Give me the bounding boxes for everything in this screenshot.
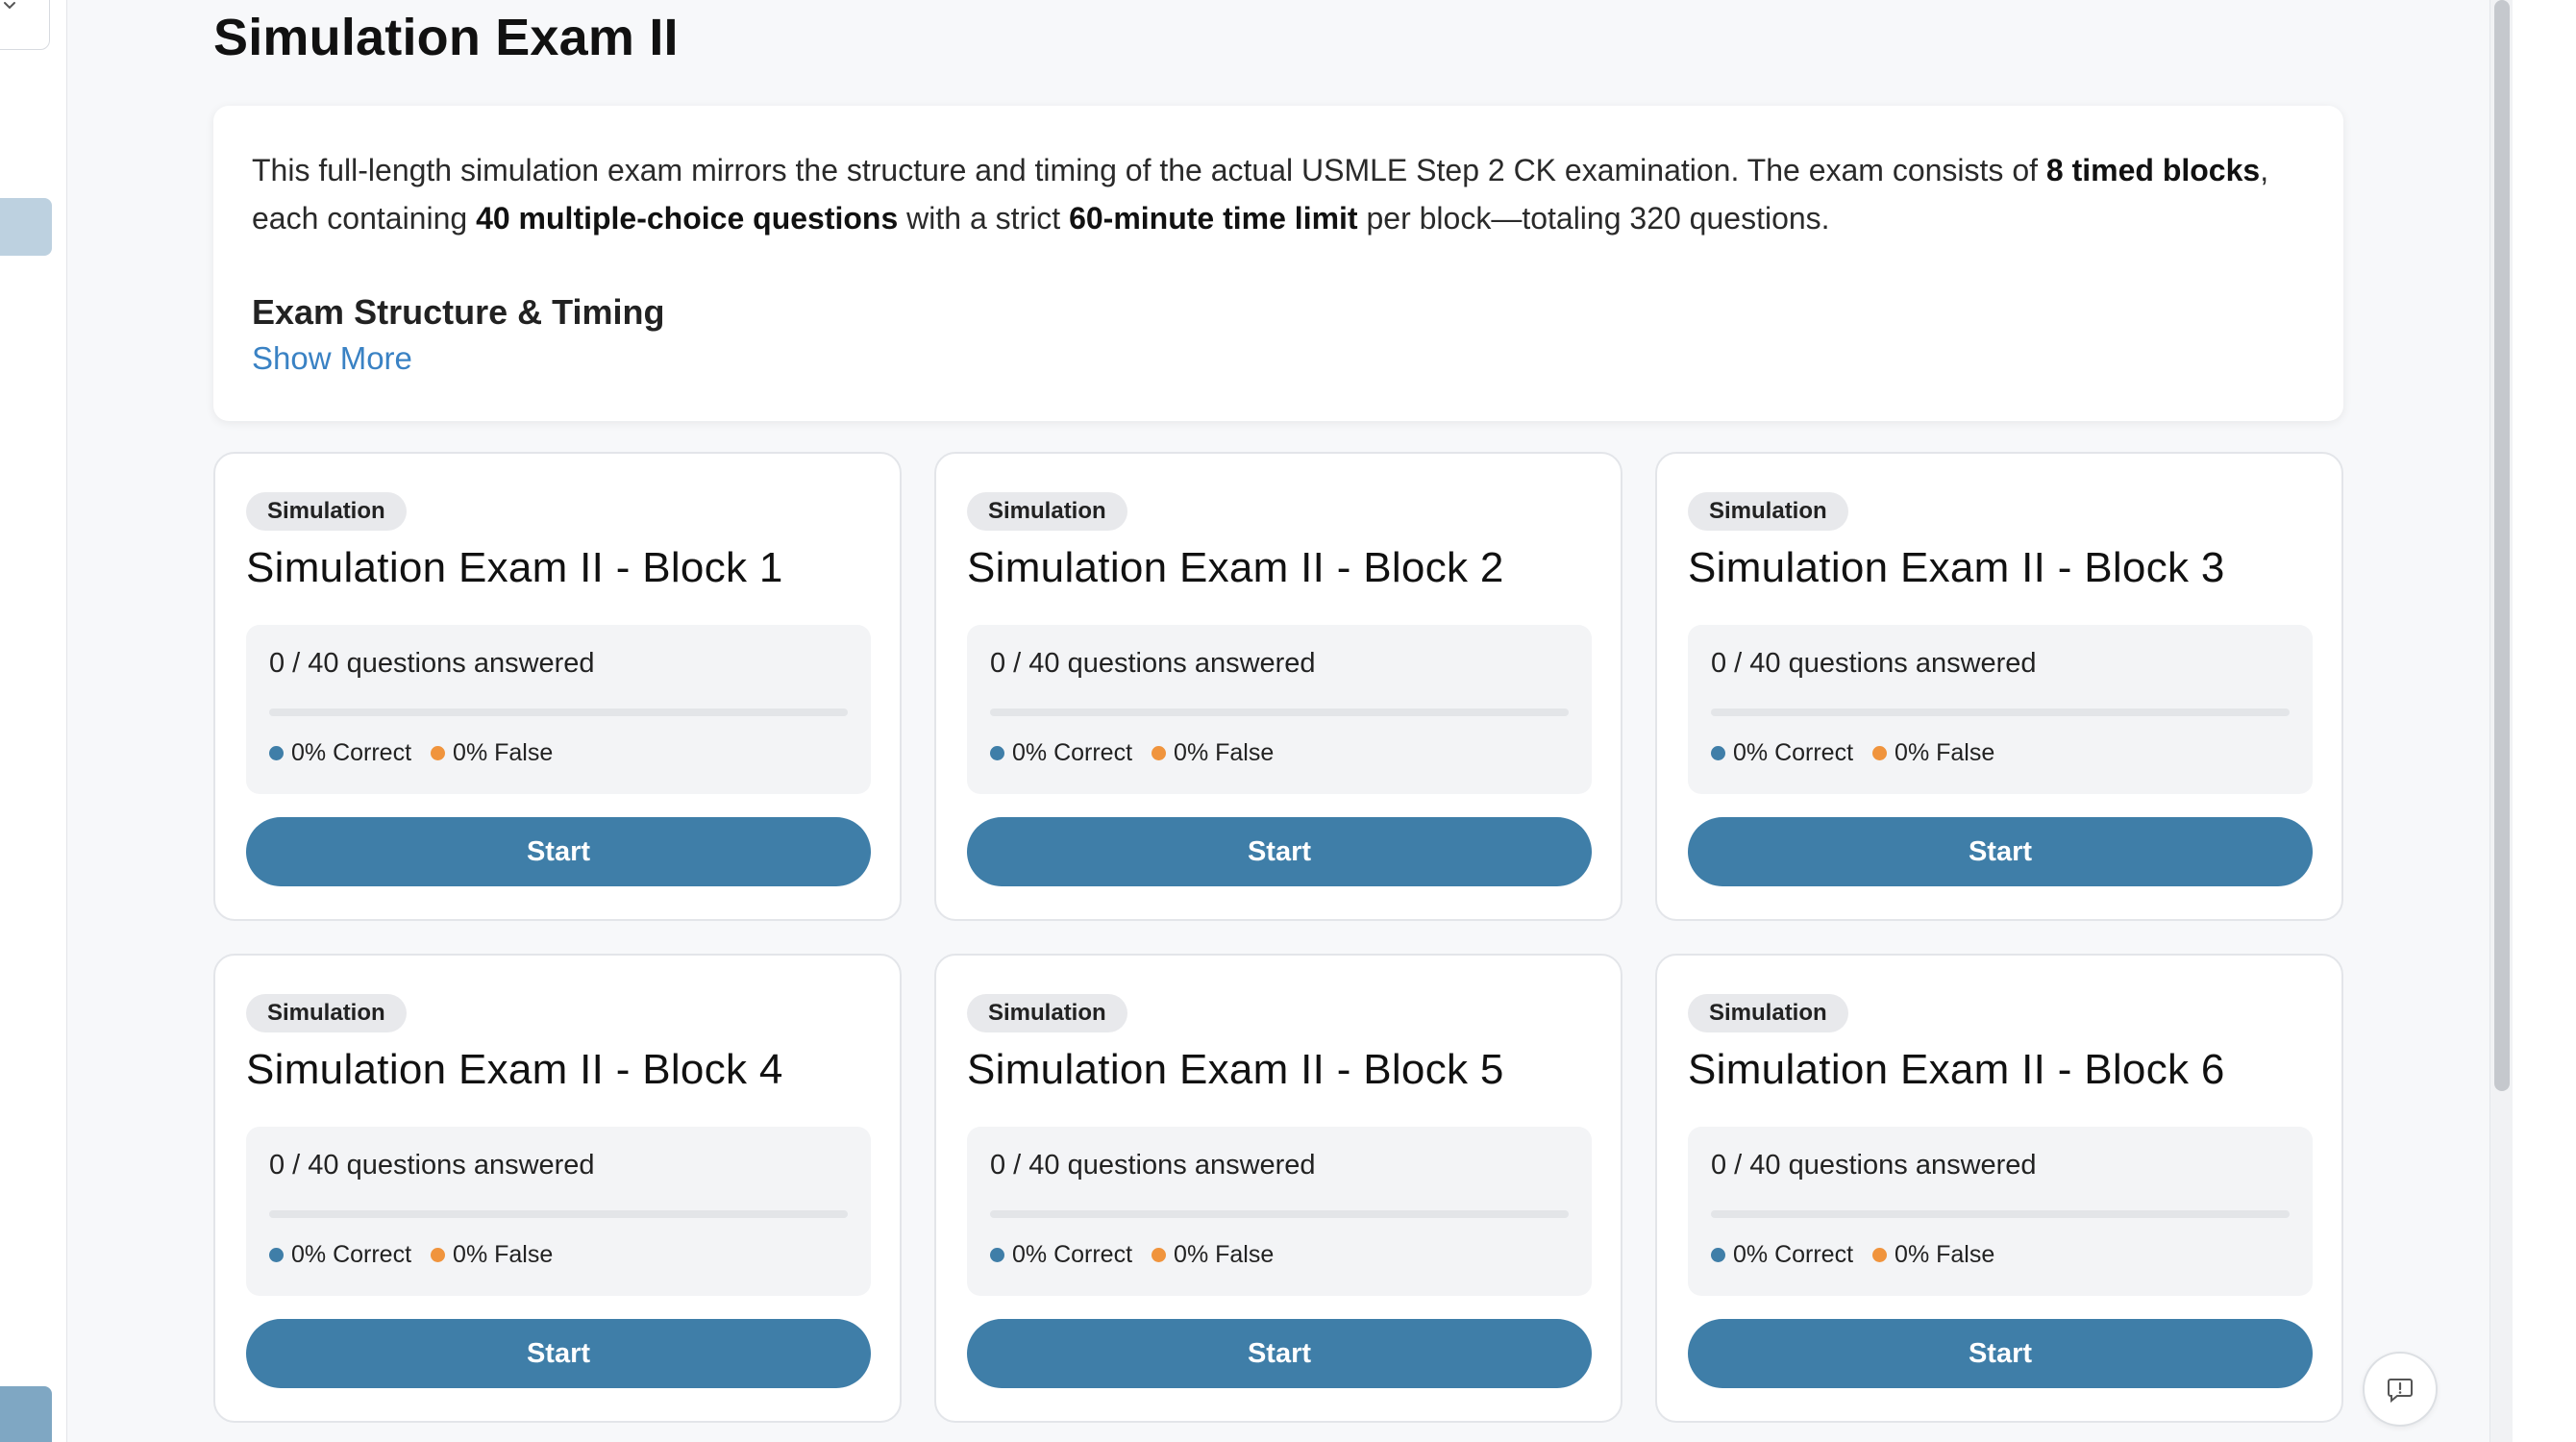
progress-box: 0 / 40 questions answered 0% Correct 0% … <box>246 625 871 794</box>
correct-stat: 0% Correct <box>1733 739 1854 766</box>
false-stat: 0% False <box>1895 739 1995 766</box>
start-button[interactable]: Start <box>1688 1319 2313 1388</box>
correct-stat: 0% Correct <box>1012 739 1133 766</box>
false-dot-icon <box>1872 746 1888 760</box>
block-title: Simulation Exam II - Block 5 <box>967 1046 1504 1093</box>
description-text: This full-length simulation exam mirrors… <box>252 153 2269 236</box>
simulation-badge: Simulation <box>246 492 407 531</box>
progress-box: 0 / 40 questions answered 0% Correct 0% … <box>1688 625 2313 794</box>
block-title: Simulation Exam II - Block 3 <box>1688 544 2225 591</box>
false-stat: 0% False <box>1174 739 1275 766</box>
start-button[interactable]: Start <box>967 817 1592 886</box>
feedback-button[interactable] <box>2363 1352 2438 1427</box>
scrollbar-thumb[interactable] <box>2494 0 2510 1091</box>
false-stat: 0% False <box>1174 1241 1275 1268</box>
exam-structure-heading: Exam Structure & Timing <box>252 292 665 332</box>
correct-dot-icon <box>990 1248 1004 1262</box>
start-button[interactable]: Start <box>246 1319 871 1388</box>
block-grid: Simulation Simulation Exam II - Block 1 … <box>213 452 2343 1423</box>
simulation-badge: Simulation <box>1688 492 1848 531</box>
start-button[interactable]: Start <box>1688 817 2313 886</box>
description-card: This full-length simulation exam mirrors… <box>213 106 2343 421</box>
simulation-badge: Simulation <box>967 492 1127 531</box>
block-card: Simulation Simulation Exam II - Block 3 … <box>1655 452 2343 921</box>
false-dot-icon <box>1872 1248 1888 1262</box>
block-title: Simulation Exam II - Block 4 <box>246 1046 783 1093</box>
progress-bar <box>1711 1210 2290 1218</box>
simulation-badge: Simulation <box>967 994 1127 1032</box>
correct-dot-icon <box>269 1248 284 1262</box>
false-stat: 0% False <box>453 739 554 766</box>
start-button[interactable]: Start <box>246 817 871 886</box>
stats-row: 0% Correct 0% False <box>1711 739 2290 767</box>
false-stat: 0% False <box>453 1241 554 1268</box>
sidebar-item-active[interactable] <box>0 198 52 256</box>
right-gutter <box>2513 0 2576 1442</box>
progress-box: 0 / 40 questions answered 0% Correct 0% … <box>967 1127 1592 1296</box>
block-card: Simulation Simulation Exam II - Block 2 … <box>934 452 1622 921</box>
stats-row: 0% Correct 0% False <box>269 739 848 767</box>
block-title: Simulation Exam II - Block 1 <box>246 544 783 591</box>
sidebar-item-bottom[interactable] <box>0 1386 52 1442</box>
correct-dot-icon <box>990 746 1004 760</box>
correct-stat: 0% Correct <box>291 1241 412 1268</box>
false-dot-icon <box>1152 746 1167 760</box>
progress-bar <box>269 709 848 716</box>
progress-bar <box>1711 709 2290 716</box>
feedback-icon <box>2388 1379 2413 1404</box>
block-title: Simulation Exam II - Block 2 <box>967 544 1504 591</box>
block-card: Simulation Simulation Exam II - Block 6 … <box>1655 954 2343 1423</box>
block-title: Simulation Exam II - Block 6 <box>1688 1046 2225 1093</box>
correct-dot-icon <box>269 746 284 760</box>
simulation-badge: Simulation <box>246 994 407 1032</box>
sidebar-dropdown[interactable] <box>0 0 50 50</box>
progress-text: 0 / 40 questions answered <box>269 1150 595 1181</box>
correct-stat: 0% Correct <box>1733 1241 1854 1268</box>
chevron-down-icon <box>4 2 15 10</box>
start-button[interactable]: Start <box>967 1319 1592 1388</box>
show-more-link[interactable]: Show More <box>252 340 412 377</box>
progress-text: 0 / 40 questions answered <box>990 1150 1316 1181</box>
progress-text: 0 / 40 questions answered <box>990 648 1316 679</box>
stats-row: 0% Correct 0% False <box>990 739 1569 767</box>
progress-text: 0 / 40 questions answered <box>1711 648 2037 679</box>
progress-bar <box>269 1210 848 1218</box>
simulation-badge: Simulation <box>1688 994 1848 1032</box>
correct-dot-icon <box>1711 1248 1725 1262</box>
progress-bar <box>990 709 1569 716</box>
page-title: Simulation Exam II <box>213 9 679 66</box>
block-card: Simulation Simulation Exam II - Block 4 … <box>213 954 902 1423</box>
progress-text: 0 / 40 questions answered <box>1711 1150 2037 1181</box>
progress-box: 0 / 40 questions answered 0% Correct 0% … <box>1688 1127 2313 1296</box>
sidebar <box>0 0 67 1442</box>
stats-row: 0% Correct 0% False <box>269 1241 848 1269</box>
correct-stat: 0% Correct <box>1012 1241 1133 1268</box>
block-card: Simulation Simulation Exam II - Block 1 … <box>213 452 902 921</box>
correct-dot-icon <box>1711 746 1725 760</box>
false-dot-icon <box>1152 1248 1167 1262</box>
progress-box: 0 / 40 questions answered 0% Correct 0% … <box>246 1127 871 1296</box>
progress-box: 0 / 40 questions answered 0% Correct 0% … <box>967 625 1592 794</box>
false-dot-icon <box>431 1248 446 1262</box>
correct-stat: 0% Correct <box>291 739 412 766</box>
block-card: Simulation Simulation Exam II - Block 5 … <box>934 954 1622 1423</box>
false-stat: 0% False <box>1895 1241 1995 1268</box>
stats-row: 0% Correct 0% False <box>990 1241 1569 1269</box>
progress-bar <box>990 1210 1569 1218</box>
false-dot-icon <box>431 746 446 760</box>
stats-row: 0% Correct 0% False <box>1711 1241 2290 1269</box>
progress-text: 0 / 40 questions answered <box>269 648 595 679</box>
